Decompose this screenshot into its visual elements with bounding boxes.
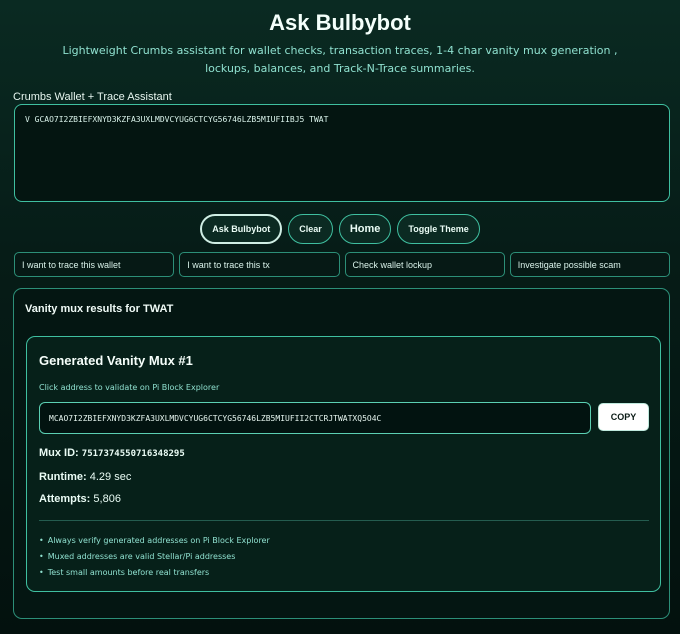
page-title: Ask Bulbybot bbox=[269, 10, 411, 35]
quick-actions: I want to trace this wallet I want to tr… bbox=[14, 252, 670, 277]
home-button[interactable]: Home bbox=[338, 214, 392, 244]
results-heading: Vanity mux results for TWAT bbox=[25, 303, 174, 315]
runtime-row: Runtime: 4.29 sec bbox=[39, 471, 131, 483]
quick-action-trace-tx[interactable]: I want to trace this tx bbox=[179, 252, 340, 277]
query-textarea[interactable]: V GCAO7I2ZBIEFXNYD3KZFA3UXLMDVCYUG6CTCYG… bbox=[14, 104, 670, 202]
divider bbox=[39, 520, 649, 521]
page-subtitle: Lightweight Crumbs assistant for wallet … bbox=[62, 44, 618, 75]
page: Ask Bulbybot Lightweight Crumbs assistan… bbox=[0, 0, 680, 634]
runtime-label: Runtime: bbox=[39, 471, 87, 483]
toggle-theme-button[interactable]: Toggle Theme bbox=[397, 214, 480, 244]
ask-bulbybot-button[interactable]: Ask Bulbybot bbox=[200, 214, 283, 244]
results-panel: Vanity mux results for TWAT Generated Va… bbox=[13, 288, 670, 619]
note-item: Always verify generated addresses on Pi … bbox=[39, 533, 270, 549]
action-buttons: Ask Bulbybot Clear Home Toggle Theme bbox=[0, 214, 680, 244]
attempts-value: 5,806 bbox=[93, 493, 121, 505]
mux-address-link[interactable]: MCAO7I2ZBIEFXNYD3KZFA3UXLMDVCYUG6CTCYG56… bbox=[39, 402, 591, 434]
mux-id-row: Mux ID: 7517374550716348295 bbox=[39, 447, 185, 459]
note-item: Test small amounts before real transfers bbox=[39, 565, 270, 581]
mux-id-value: 7517374550716348295 bbox=[81, 449, 185, 459]
quick-action-wallet-lockup[interactable]: Check wallet lockup bbox=[344, 252, 505, 277]
notes-list: Always verify generated addresses on Pi … bbox=[39, 533, 270, 581]
mux-id-label: Mux ID: bbox=[39, 447, 79, 459]
quick-action-trace-wallet[interactable]: I want to trace this wallet bbox=[14, 252, 175, 277]
attempts-row: Attempts: 5,806 bbox=[39, 493, 121, 505]
assistant-label: Crumbs Wallet + Trace Assistant bbox=[13, 91, 172, 103]
card-title: Generated Vanity Mux #1 bbox=[39, 353, 193, 368]
vanity-mux-card: Generated Vanity Mux #1 Click address to… bbox=[26, 336, 661, 592]
quick-action-investigate-scam[interactable]: Investigate possible scam bbox=[509, 252, 670, 277]
note-item: Muxed addresses are valid Stellar/Pi add… bbox=[39, 549, 270, 565]
attempts-label: Attempts: bbox=[39, 493, 91, 505]
clear-button[interactable]: Clear bbox=[288, 214, 333, 244]
runtime-value: 4.29 sec bbox=[89, 471, 132, 483]
explorer-hint: Click address to validate on Pi Block Ex… bbox=[39, 383, 220, 392]
copy-button[interactable]: COPY bbox=[598, 403, 649, 431]
